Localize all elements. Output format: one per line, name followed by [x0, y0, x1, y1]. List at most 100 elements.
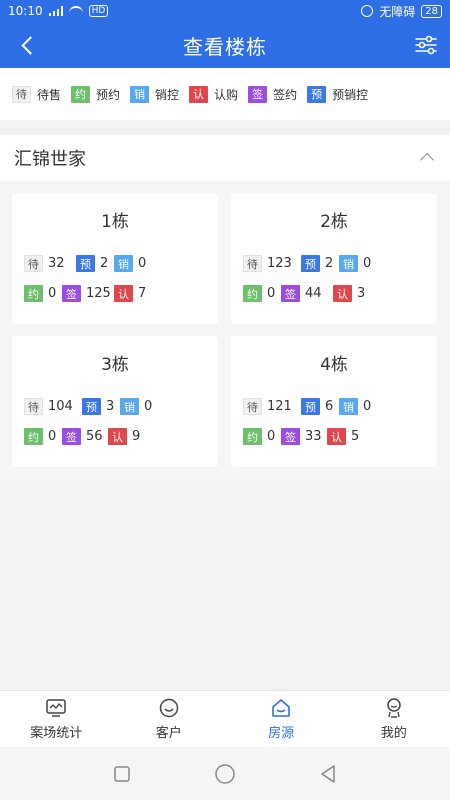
building-card[interactable]: 4栋 待 121 预6 销0 约0 签 33 认5	[231, 336, 437, 467]
house-icon	[272, 699, 291, 717]
count-dai: 32	[48, 256, 65, 271]
legend-label: 签约	[273, 87, 298, 102]
building-name: 1栋	[101, 212, 129, 232]
clock: 10:10	[8, 4, 43, 18]
accessibility-icon	[361, 5, 374, 17]
badge-xiao: 销	[130, 85, 150, 103]
count-xiao: 0	[138, 256, 147, 271]
page-title: 查看楼栋	[183, 34, 267, 59]
tab-label: 房源	[268, 726, 295, 741]
legend-item-ren: 认 认购	[189, 85, 239, 103]
badge-yue: 约	[24, 285, 43, 302]
chevron-up-icon	[419, 152, 435, 168]
building-card[interactable]: 1栋 待 32 预2 销0 约0 签 125 认7	[12, 193, 218, 324]
badge-yue: 约	[24, 428, 43, 445]
badge-yu: 预	[301, 398, 320, 415]
count-yu: 6	[325, 399, 334, 414]
tab-bar: 案场统计 客户 房源 我的	[0, 690, 450, 747]
building-card[interactable]: 2栋 待 123 预2 销0 约0 签 44 认3	[231, 193, 437, 324]
badge-ren: 认	[114, 285, 133, 302]
network-badge: HD	[88, 5, 109, 17]
count-ren: 9	[132, 429, 141, 444]
badge-qian: 签	[62, 285, 81, 302]
collapse-button[interactable]	[418, 149, 436, 168]
legend-item-yue: 约 预约	[71, 85, 121, 103]
filter-button[interactable]	[412, 31, 440, 59]
badge-ren: 认	[108, 428, 127, 445]
count-qian: 125	[86, 286, 111, 301]
tab-stats[interactable]: 案场统计	[0, 691, 113, 747]
badge-yue: 约	[243, 428, 262, 445]
badge-yu: 预	[301, 255, 320, 272]
badge-dai: 待	[12, 85, 31, 103]
badge-xiao: 销	[120, 398, 139, 415]
count-yue: 0	[48, 286, 57, 301]
tab-profile[interactable]: 我的	[338, 691, 450, 747]
back-button[interactable]	[12, 30, 42, 60]
count-yue: 0	[267, 429, 276, 444]
count-qian: 33	[305, 429, 322, 444]
legend-label: 待售	[37, 87, 62, 102]
badge-xiao: 销	[339, 255, 358, 272]
badge-dai: 待	[243, 255, 262, 272]
tab-label: 案场统计	[30, 726, 83, 741]
chevron-left-icon	[20, 35, 40, 55]
badge-yu: 预	[307, 85, 327, 103]
badge-ren: 认	[189, 85, 209, 103]
badge-yu: 预	[82, 398, 101, 415]
monitor-icon	[46, 699, 66, 717]
legend-label: 认购	[214, 87, 239, 102]
badge-dai: 待	[24, 398, 43, 415]
count-xiao: 0	[363, 256, 372, 271]
recent-apps-button[interactable]	[111, 763, 133, 785]
legend-label: 预约	[96, 87, 121, 102]
count-dai: 123	[267, 256, 292, 271]
badge-qian: 签	[62, 428, 81, 445]
count-ren: 5	[351, 429, 360, 444]
count-dai: 121	[267, 399, 292, 414]
status-bar: 10:10 HD 无障碍 28	[0, 0, 450, 22]
count-dai: 104	[48, 399, 73, 414]
building-name: 3栋	[101, 355, 129, 375]
wifi-icon	[68, 6, 83, 16]
tab-label: 客户	[155, 726, 182, 741]
nav-bar: 查看楼栋	[0, 22, 450, 68]
badge-ren: 认	[327, 428, 346, 445]
count-xiao: 0	[144, 399, 153, 414]
building-grid: 1栋 待 32 预2 销0 约0 签 125 认7 2栋 待 123 预2 销0 约0…	[0, 181, 450, 481]
signal-icon	[48, 6, 63, 16]
count-yu: 2	[325, 256, 334, 271]
count-qian: 56	[86, 429, 103, 444]
badge-qian: 签	[248, 85, 268, 103]
tab-label: 我的	[380, 726, 407, 741]
count-yu: 2	[100, 256, 109, 271]
count-xiao: 0	[363, 399, 372, 414]
count-ren: 7	[138, 286, 147, 301]
smile-icon	[159, 698, 178, 718]
count-yu: 3	[106, 399, 115, 414]
building-name: 2栋	[320, 212, 348, 232]
project-name: 汇锦世家	[14, 149, 86, 170]
badge-qian: 签	[281, 285, 300, 302]
battery-icon: 28	[421, 4, 442, 18]
system-nav	[0, 747, 450, 800]
legend-item-qian: 签 签约	[248, 85, 298, 103]
badge-yue: 约	[71, 85, 91, 103]
back-nav-button[interactable]	[317, 763, 339, 785]
badge-qian: 签	[281, 428, 300, 445]
building-card[interactable]: 3栋 待 104 预3 销0 约0 签 56 认9	[12, 336, 218, 467]
badge-dai: 待	[24, 255, 43, 272]
home-button[interactable]	[214, 763, 236, 785]
count-qian: 44	[305, 286, 322, 301]
legend-item-yu: 预 预销控	[307, 85, 368, 103]
tab-listings[interactable]: 房源	[225, 691, 338, 747]
count-yue: 0	[48, 429, 57, 444]
badge-xiao: 销	[114, 255, 133, 272]
badge-xiao: 销	[339, 398, 358, 415]
count-ren: 3	[357, 286, 366, 301]
project-header[interactable]: 汇锦世家	[0, 135, 450, 181]
tab-customers[interactable]: 客户	[113, 691, 226, 747]
building-name: 4栋	[320, 355, 348, 375]
accessibility-label: 无障碍	[379, 4, 416, 19]
user-icon	[387, 698, 401, 718]
